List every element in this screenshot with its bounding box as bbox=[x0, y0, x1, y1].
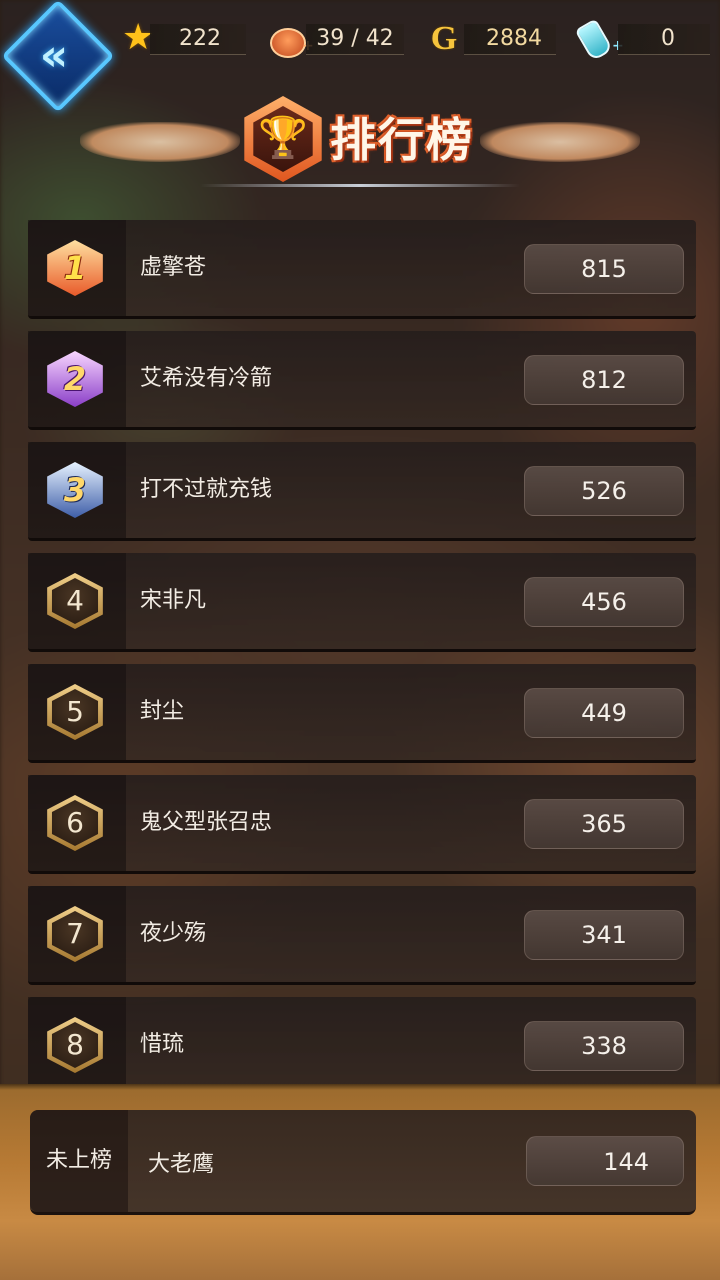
rank-cell: 4 bbox=[28, 553, 126, 649]
rank-hex-badge-icon: 8 bbox=[47, 1017, 103, 1073]
rank-cell: 2 bbox=[28, 331, 126, 427]
ornament-left bbox=[80, 122, 240, 162]
rank-cell: 5 bbox=[28, 664, 126, 760]
player-name: 宋非凡 bbox=[140, 588, 207, 613]
bronze-rank-medal-icon: 3 bbox=[47, 462, 103, 518]
my-rank-row[interactable]: 未上榜 大老鹰 144 bbox=[30, 1110, 696, 1215]
rank-hex-badge-icon: 7 bbox=[47, 906, 103, 962]
player-score: 341 bbox=[524, 910, 684, 960]
leaderboard-row[interactable]: 6 鬼父型张召忠 365 bbox=[28, 775, 696, 874]
silver-rank-medal-icon: 2 bbox=[47, 351, 103, 407]
leaderboard-row[interactable]: 8 惜琉 338 bbox=[28, 997, 696, 1096]
my-player-name: 大老鹰 bbox=[148, 1152, 215, 1177]
my-rank-label: 未上榜 bbox=[30, 1110, 128, 1212]
player-score: 338 bbox=[524, 1021, 684, 1071]
top-bar: « ★ 222 + 39 / 42 G 2884 + 0 bbox=[0, 0, 720, 113]
player-name: 虚擎苍 bbox=[140, 255, 207, 280]
rank-number: 7 bbox=[51, 911, 99, 957]
player-score: 812 bbox=[524, 355, 684, 405]
rank-hex-badge-icon: 6 bbox=[47, 795, 103, 851]
player-name: 艾希没有冷箭 bbox=[140, 366, 273, 391]
rank-cell: 3 bbox=[28, 442, 126, 538]
rank-number: 4 bbox=[51, 578, 99, 624]
potion-count: 0 bbox=[661, 26, 675, 51]
page-title: 排行榜 bbox=[330, 113, 474, 167]
leaderboard-row[interactable]: 4 宋非凡 456 bbox=[28, 553, 696, 652]
player-score: 449 bbox=[524, 688, 684, 738]
leaderboard-row[interactable]: 2 艾希没有冷箭 812 bbox=[28, 331, 696, 430]
stars-count: 222 bbox=[179, 26, 221, 51]
rank-cell: 6 bbox=[28, 775, 126, 871]
gold-count: 2884 bbox=[486, 26, 542, 51]
player-score: 365 bbox=[524, 799, 684, 849]
potion-icon[interactable] bbox=[574, 18, 614, 62]
rank-hex-badge-icon: 5 bbox=[47, 684, 103, 740]
double-chevron-left-icon[interactable]: « bbox=[22, 26, 86, 90]
player-name: 惜琉 bbox=[140, 1032, 185, 1057]
leaderboard-row[interactable]: 7 夜少殇 341 bbox=[28, 886, 696, 985]
player-name: 鬼父型张召忠 bbox=[140, 810, 273, 835]
player-score: 815 bbox=[524, 244, 684, 294]
player-name: 打不过就充钱 bbox=[140, 477, 273, 502]
leaderboard-title-banner: 🏆 排行榜 bbox=[80, 92, 640, 192]
rank-number: 8 bbox=[51, 1022, 99, 1068]
rank-number: 6 bbox=[51, 800, 99, 846]
rank-number: 5 bbox=[51, 689, 99, 735]
leaderboard-row[interactable]: 5 封尘 449 bbox=[28, 664, 696, 763]
player-name: 夜少殇 bbox=[140, 921, 207, 946]
rank-hex-badge-icon: 4 bbox=[47, 573, 103, 629]
player-score: 526 bbox=[524, 466, 684, 516]
gold-rank-medal-icon: 1 bbox=[47, 240, 103, 296]
rank-cell: 7 bbox=[28, 886, 126, 982]
rank-cell: 1 bbox=[28, 220, 126, 316]
leaderboard-list: 1 虚擎苍 815 2 艾希没有冷箭 812 3 打不过就充钱 526 4 宋非… bbox=[28, 220, 696, 1108]
player-name: 封尘 bbox=[140, 699, 185, 724]
title-underline bbox=[200, 184, 520, 187]
player-score: 456 bbox=[524, 577, 684, 627]
rank-cell: 8 bbox=[28, 997, 126, 1093]
leaderboard-row[interactable]: 3 打不过就充钱 526 bbox=[28, 442, 696, 541]
stamina-count: 39 / 42 bbox=[316, 26, 394, 51]
gold-coin-icon: G bbox=[430, 20, 458, 57]
leaderboard-row[interactable]: 1 虚擎苍 815 bbox=[28, 220, 696, 319]
my-player-score: 144 bbox=[526, 1136, 684, 1186]
stamina-icon[interactable] bbox=[270, 28, 306, 58]
